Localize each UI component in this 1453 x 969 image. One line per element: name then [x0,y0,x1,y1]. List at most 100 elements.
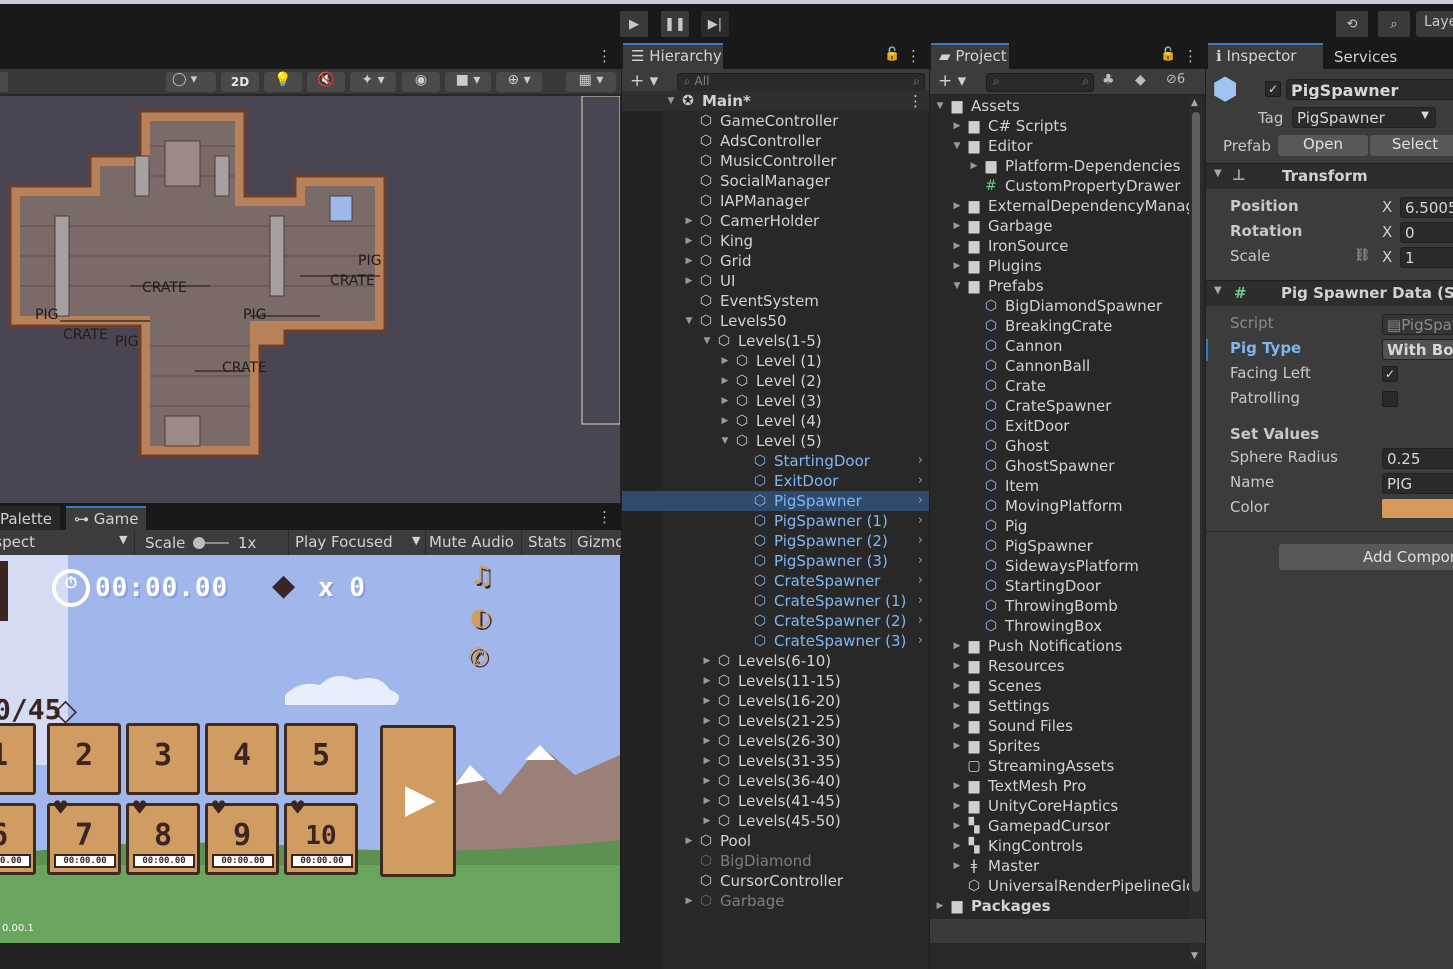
chevron-right-icon[interactable]: › [918,471,923,491]
expand-arrow-icon[interactable]: ▶ [935,896,945,916]
expand-arrow-icon[interactable]: ▶ [684,891,694,911]
hierarchy-item[interactable]: ▶ ⬡ Garbage [622,891,929,911]
kebab-icon[interactable]: ⋮ [906,47,921,65]
hierarchy-item[interactable]: ⬡ CrateSpawner (1) › [622,591,929,611]
chevron-right-icon[interactable]: › [918,531,923,551]
hierarchy-item[interactable]: ⬡ PigSpawner (2) › [622,531,929,551]
expand-arrow-icon[interactable]: ▶ [684,831,694,851]
expand-arrow-icon[interactable]: ▼ [952,276,962,296]
expand-arrow-icon[interactable]: ▶ [684,211,694,231]
expand-arrow-icon[interactable]: ▶ [952,636,962,656]
project-item[interactable]: ▶ ▆ Platform-Dependencies [930,156,1191,176]
expand-arrow-icon[interactable]: ▶ [952,116,962,136]
scene-tool[interactable] [0,72,8,92]
level-button-5[interactable]: 5 [284,723,358,795]
hierarchy-item[interactable]: ⬡ CursorController [622,871,929,891]
expand-arrow-icon[interactable]: ▶ [684,231,694,251]
hierarchy-item[interactable]: ⬡ PigSpawner (1) › [622,511,929,531]
expand-arrow-icon[interactable]: ▶ [702,791,712,811]
active-checkbox[interactable]: ✓ [1265,81,1281,97]
project-item[interactable]: ▶ ▚ KingControls [930,836,1191,856]
expand-arrow-icon[interactable]: ▶ [952,776,962,796]
history-button[interactable]: ⟲ [1336,11,1368,37]
project-item[interactable]: ▶ ▆ C# Scripts [930,116,1191,136]
hierarchy-item[interactable]: ▶ ⬡ Level (1) [622,351,929,371]
expand-arrow-icon[interactable]: ▶ [702,751,712,771]
project-item[interactable]: ▶ ǂ Master [930,856,1191,876]
expand-arrow-icon[interactable]: ▼ [952,136,962,156]
project-item[interactable]: ⬡ Crate [930,376,1191,396]
mute-audio-button[interactable]: Mute Audio [429,533,514,551]
hidden-packages-button[interactable]: ⊘6 [1166,72,1185,87]
expand-arrow-icon[interactable]: ▼ [684,311,694,331]
hierarchy-item[interactable]: ▶ ⬡ Level (3) [622,391,929,411]
kebab-icon[interactable]: ⋮ [597,508,612,526]
scroll-down-icon[interactable]: ▼ [1191,951,1198,961]
hierarchy-item[interactable]: ▶ ⬡ Levels(45-50) [622,811,929,831]
scale-x-field[interactable]: 1 [1400,247,1453,268]
expand-arrow-icon[interactable]: ▶ [952,736,962,756]
kebab-icon[interactable]: ⋮ [597,47,612,65]
project-item[interactable]: ▶ ▆ Packages [930,896,1191,916]
play-focused-dropdown[interactable]: Play Focused ▼ [288,530,426,555]
audio-button[interactable]: 🔇 [307,72,345,92]
project-item[interactable]: ⬡ ThrowingBox [930,616,1191,636]
scrollbar-thumb[interactable] [1192,112,1200,892]
level-button-6[interactable]: 600:00.00 [0,803,36,875]
visibility-button[interactable]: ◉ [402,72,440,92]
project-item[interactable]: ⬡ Ghost [930,436,1191,456]
pause-button[interactable]: ❚❚ [661,11,689,37]
level-button-4[interactable]: 4 [205,723,279,795]
level-button-2[interactable]: 2 [47,723,121,795]
expand-arrow-icon[interactable]: ▶ [952,716,962,736]
project-item[interactable]: ⬡ BigDiamondSpawner [930,296,1191,316]
project-item[interactable]: ▶ ▆ Garbage [930,216,1191,236]
project-item[interactable]: ⬡ ExitDoor [930,416,1191,436]
expand-arrow-icon[interactable]: ▶ [702,711,712,731]
expand-arrow-icon[interactable]: ▶ [702,731,712,751]
expand-arrow-icon[interactable]: ▶ [952,196,962,216]
level-button-1[interactable]: 1 [0,723,36,795]
color-swatch[interactable] [1382,499,1453,518]
project-item[interactable]: ⬡ BreakingCrate [930,316,1191,336]
project-item[interactable]: ⬡ ThrowingBomb [930,596,1191,616]
project-item[interactable]: ⬡ GhostSpawner [930,456,1191,476]
patrolling-checkbox[interactable] [1382,391,1398,407]
hierarchy-item[interactable]: ⬡ BigDiamond [622,851,929,871]
type-filter-icon[interactable]: ♣ [1102,72,1115,88]
search-options-icon[interactable]: ⌕ [913,74,920,89]
project-item[interactable]: ⬡ StartingDoor [930,576,1191,596]
project-search-input[interactable]: ⌕ ⌕ [986,73,1094,92]
hierarchy-item[interactable]: ▶ ⬡ Levels(31-35) [622,751,929,771]
level-button-8[interactable]: ♥ 8 00:00.00 [126,798,200,875]
hierarchy-item[interactable]: ⬡ MusicController [622,151,929,171]
hierarchy-item[interactable]: ⬡ PigSpawner (3) › [622,551,929,571]
search-button[interactable]: ⌕ [1378,11,1410,37]
expand-arrow-icon[interactable]: ▶ [952,836,962,856]
sound-icon[interactable]: ◐ [470,603,491,631]
expand-arrow-icon[interactable]: ▼ [720,431,730,451]
pig-spawner-data-header[interactable]: ▼ # Pig Spawner Data (Script) [1206,280,1453,306]
level-button-3[interactable]: 3 [126,723,200,795]
hierarchy-search-input[interactable]: ⌕ All ⌕ [677,73,925,92]
expand-arrow-icon[interactable]: ▶ [702,771,712,791]
hierarchy-item[interactable]: ▶ ⬡ Levels(41-45) [622,791,929,811]
tab-services[interactable]: Services [1326,44,1405,70]
camera-button[interactable]: ■ ▾ [445,72,491,92]
gizmos-dropdown[interactable]: Gizmos [571,530,621,555]
chevron-right-icon[interactable]: › [918,551,923,571]
expand-arrow-icon[interactable]: ▶ [952,656,962,676]
hierarchy-item[interactable]: ▼ ⬡ Levels(1-5) [622,331,929,351]
lock-icon[interactable]: 🔓 [884,47,900,62]
pig-type-dropdown[interactable]: With Box [1382,339,1453,360]
expand-arrow-icon[interactable]: ▶ [969,156,979,176]
vibration-icon[interactable]: ✆ [468,643,488,671]
project-item[interactable]: ▶ ▆ Sprites [930,736,1191,756]
prefab-open-button[interactable]: Open [1278,135,1368,156]
hierarchy-item[interactable]: ▼ ⬡ Levels50 [622,311,929,331]
expand-arrow-icon[interactable]: ▶ [702,671,712,691]
step-button[interactable]: ▶| [701,11,729,37]
hierarchy-item[interactable]: ⬡ PigSpawner › [622,491,929,511]
scale-slider[interactable] [193,537,229,549]
link-icon[interactable]: ⛓ [1354,248,1371,263]
